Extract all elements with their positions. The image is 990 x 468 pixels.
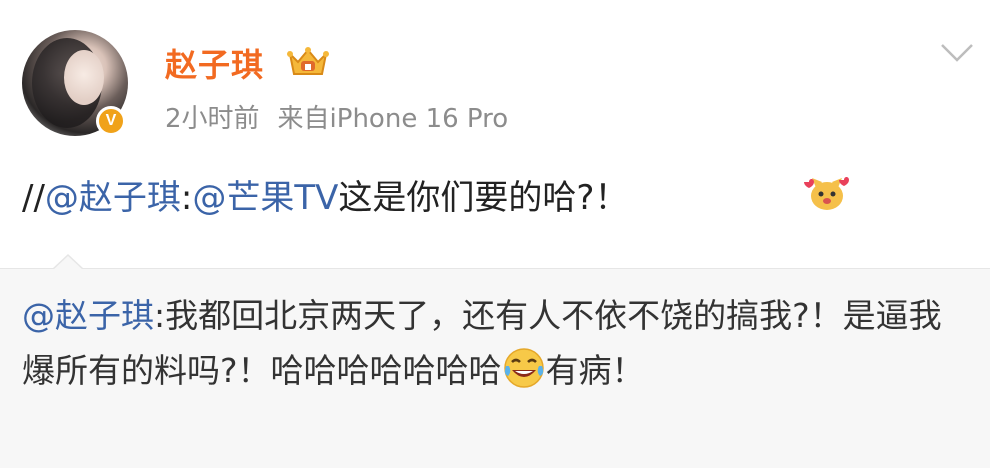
quote-colon: :: [154, 296, 166, 335]
mention-target[interactable]: @芒果TV: [192, 178, 338, 218]
repost-colon: :: [180, 178, 193, 218]
mention-author[interactable]: @赵子琪: [45, 178, 181, 218]
quote-mention-author[interactable]: @赵子琪: [22, 296, 154, 335]
crown-badge-icon[interactable]: [286, 44, 330, 80]
laughing-tears-emoji-icon: [503, 348, 544, 388]
chevron-down-icon[interactable]: [940, 42, 974, 64]
quoted-text: @赵子琪:我都回北京两天了，还有人不依不饶的搞我?！是逼我爆所有的料吗?！哈哈哈…: [22, 288, 962, 398]
post-source[interactable]: 来自iPhone 16 Pro: [278, 104, 509, 134]
post-meta: 2小时前 来自iPhone 16 Pro: [165, 98, 526, 135]
quote-body-part2: 有病！: [545, 351, 645, 390]
author-name[interactable]: 赵子琪: [165, 40, 264, 86]
repost-prefix: //: [22, 178, 45, 218]
verified-badge-icon: V: [96, 106, 126, 136]
post-header: V 赵子琪 2小时前 来自iPhone 16 Pro: [0, 0, 990, 150]
post-time: 2小时前: [165, 104, 260, 134]
dog-emoji-icon: [804, 177, 849, 210]
repost-body: 这是你们要的哈?！: [338, 178, 629, 218]
repost-text: //@赵子琪:@芒果TV这是你们要的哈?！: [22, 170, 628, 219]
